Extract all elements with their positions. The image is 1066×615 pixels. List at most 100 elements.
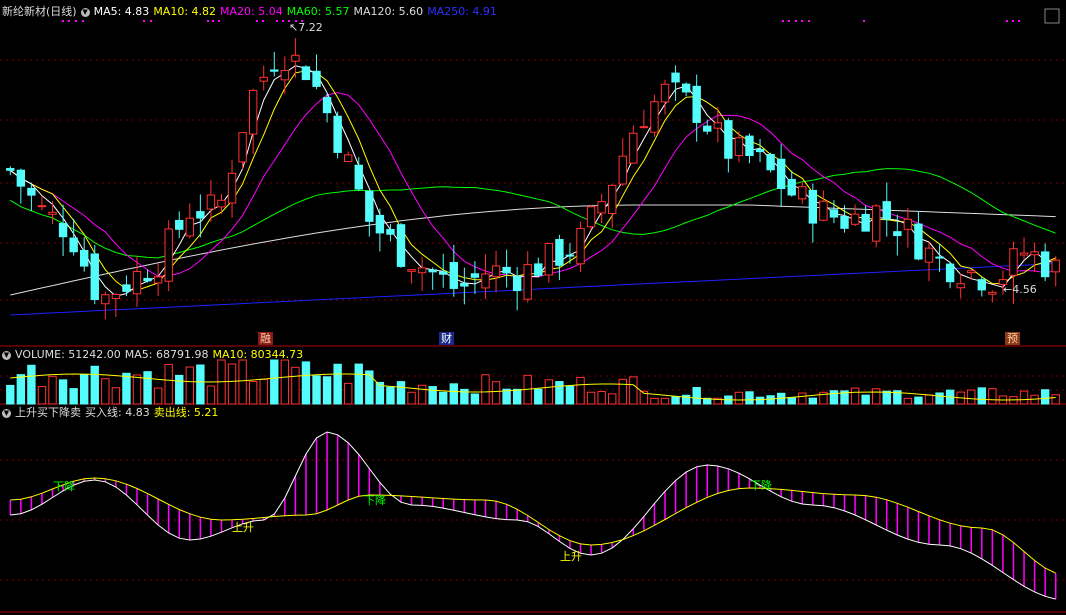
candle [618,155,627,185]
volume-bar [734,391,744,405]
volume-ma5: MA5: 68791.98 [124,348,209,361]
candle [153,276,163,284]
candle [544,242,554,276]
volume-bar [1051,394,1060,405]
candle [460,282,469,287]
volume-bar [90,365,99,405]
chevron-down-icon[interactable]: ▼ [2,350,11,360]
candle [428,269,437,273]
volume-bar [512,388,522,405]
volume-bar [967,389,976,405]
candle [185,217,194,237]
volume-bar [903,397,913,405]
signal-label-up: 上升 [232,521,254,534]
volume-bar [671,395,680,405]
candle [37,205,47,208]
signal-label-up: 上升 [560,550,582,563]
candle [333,115,342,153]
candle [893,231,902,237]
signal-dot [82,20,84,22]
main-chart-header: 新纶新材(日线) ▼ MA5: 4.83 MA10: 4.82 MA20: 5.04 MA… [2,5,501,19]
candle [766,154,775,171]
volume-bar [386,386,395,405]
candle [945,263,955,283]
candle [597,201,606,214]
volume-bar [766,395,775,405]
candle [1019,252,1029,256]
candle [565,254,575,257]
candle [988,291,997,295]
expand-button [1044,8,1060,24]
candle [745,135,754,156]
signal-dot [212,20,214,22]
signal-dot [795,20,797,22]
volume-bar [935,392,944,405]
candle [280,69,290,81]
volume-bar [143,371,152,405]
candle [1051,259,1060,273]
signal-dot [75,20,77,22]
ma250-label: MA250: 4.91 [427,5,497,18]
volume-bar [270,359,279,405]
candle [312,70,321,87]
volume-bar [745,391,754,405]
volume-bar [1040,389,1050,405]
candle [639,126,649,129]
volume-bar [608,393,617,405]
candle [386,228,395,235]
volume-bar [755,396,765,405]
signal-dot [256,20,258,22]
candle [798,186,807,200]
buy-line [10,431,1056,600]
volume-bar [365,370,374,405]
candle [111,293,121,299]
candle [248,89,258,135]
candle [1030,251,1039,256]
volume-bar [576,376,585,405]
low-price-value: 4.56 [1012,283,1037,296]
event-tag-margin[interactable]: 融 [258,332,273,345]
candle [882,201,891,220]
chevron-down-icon[interactable]: ▼ [80,7,90,17]
candle [80,250,89,267]
signal-dot [788,20,790,22]
volume-bar [206,385,216,405]
volume-bar [850,387,860,405]
signal-dot [262,20,264,22]
candle [481,273,490,289]
candle [734,137,744,157]
event-tag-forecast[interactable]: 预 [1005,332,1020,345]
candle [502,266,511,274]
signal-dot [276,20,278,22]
candle [512,275,522,292]
candle [576,227,585,265]
volume-bar [153,387,163,405]
signal-dot [1012,20,1014,22]
candle [270,69,279,72]
candle [175,219,184,230]
signal-dot [150,20,152,22]
signal-dot [143,20,145,22]
volume-bar [196,364,205,405]
signal-label-down: 下降 [750,479,772,492]
signal-dot [808,20,810,22]
volume-bar [449,383,458,405]
stock-chart[interactable] [0,0,1066,615]
signal-dot [218,20,220,22]
volume-bar [259,378,268,405]
candle [90,253,99,301]
volume-bar [988,388,997,405]
volume-bar [914,396,923,405]
chevron-down-icon[interactable]: ▼ [2,408,11,418]
candle [164,228,173,282]
volume-bar [27,364,36,405]
volume-bar [618,378,627,405]
volume-bar [407,391,416,405]
candle [58,223,68,238]
candle [122,284,131,292]
event-tag-finance[interactable]: 财 [439,332,454,345]
volume-bar [565,385,575,405]
candle [6,167,15,171]
candle [776,158,786,190]
indicator-title: 上升买下降卖 [15,406,81,419]
